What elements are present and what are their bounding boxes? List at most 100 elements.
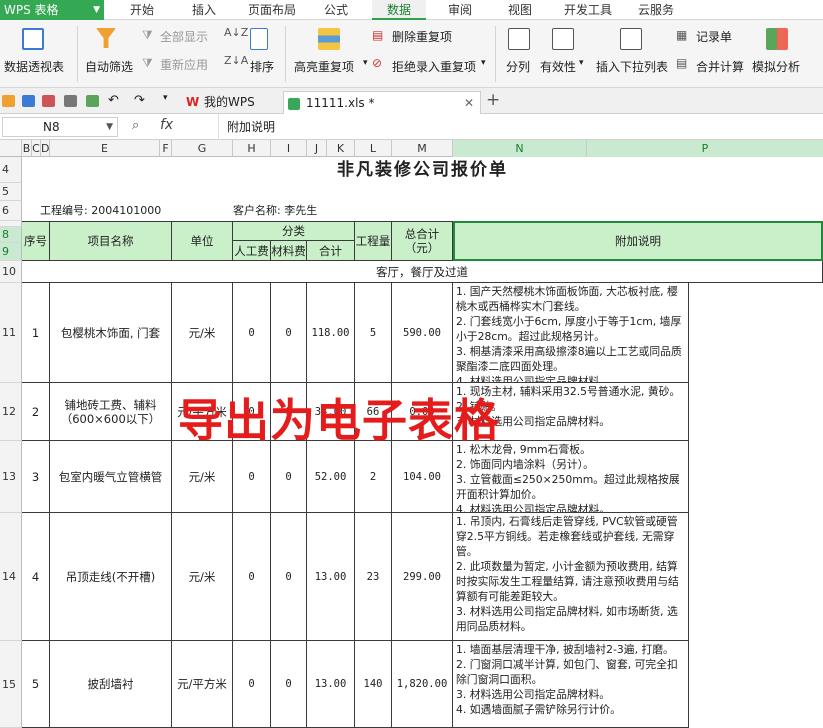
cell-material[interactable]: 0 — [271, 513, 307, 641]
column-header-c[interactable]: C — [32, 140, 41, 157]
column-header-h[interactable]: H — [233, 140, 271, 157]
select-all-corner[interactable] — [0, 140, 22, 157]
cell-note[interactable]: 1. 国产天然樱桃木饰面板饰面, 大芯板衬底, 樱桃木或西桶桦实木门套线。 2.… — [453, 283, 689, 383]
section-label[interactable]: 客厅，餐厅及过道 — [22, 261, 823, 283]
cell-subtotal[interactable]: 13.00 — [307, 513, 355, 641]
cell-seq[interactable]: 3 — [22, 441, 50, 513]
open-folder-icon[interactable] — [2, 95, 15, 107]
column-header-l[interactable]: L — [355, 140, 392, 157]
close-icon[interactable]: ✕ — [464, 92, 474, 115]
cell-note[interactable]: 1. 松木龙骨, 9mm石膏板。 2. 饰面同内墙涂料（另计）。 3. 立管截面… — [453, 441, 689, 513]
undo-icon[interactable]: ↶ — [108, 93, 119, 108]
cell-total[interactable]: 590.00 — [392, 283, 453, 383]
tab-cloud[interactable]: 云服务 — [628, 0, 684, 20]
column-header-n[interactable]: N — [453, 140, 587, 157]
tab-insert[interactable]: 插入 — [180, 0, 228, 20]
header-seq[interactable]: 序号 — [22, 221, 50, 261]
header-total[interactable]: 总合计（元） — [392, 221, 453, 261]
column-header-m[interactable]: M — [392, 140, 453, 157]
cell-quantity[interactable]: 140 — [355, 641, 392, 728]
tab-page-layout[interactable]: 页面布局 — [240, 0, 304, 20]
column-header-g[interactable]: G — [172, 140, 233, 157]
cell-seq[interactable]: 4 — [22, 513, 50, 641]
cell-seq[interactable]: 1 — [22, 283, 50, 383]
column-header-e[interactable]: E — [50, 140, 160, 157]
header-category[interactable]: 分类 — [233, 221, 355, 241]
cell-subtotal[interactable]: 52.00 — [307, 441, 355, 513]
cell-quantity[interactable]: 23 — [355, 513, 392, 641]
header-unit[interactable]: 单位 — [172, 221, 233, 261]
tab-data[interactable]: 数据 — [372, 0, 426, 20]
tab-review[interactable]: 审阅 — [436, 0, 484, 20]
cell-note[interactable]: 1. 吊顶内, 石膏线后走管穿线, PVC软管或硬管穿2.5平方铜线。若走橡套线… — [453, 513, 689, 641]
row-header-9[interactable]: 9 — [0, 243, 22, 261]
header-quantity[interactable]: 工程量 — [355, 221, 392, 261]
tab-formula[interactable]: 公式 — [312, 0, 360, 20]
wps-app-menu-button[interactable]: WPS 表格 ▼ — [0, 0, 104, 20]
cell-labor[interactable]: 0 — [233, 441, 271, 513]
print-icon[interactable] — [64, 95, 77, 107]
cell-item-name[interactable]: 包樱桃木饰面, 门套 — [50, 283, 172, 383]
cell-quantity[interactable]: 5 — [355, 283, 392, 383]
magnifier-icon[interactable]: ⌕ — [132, 118, 139, 133]
column-header-f[interactable]: F — [160, 140, 172, 157]
fx-icon[interactable]: fx — [160, 117, 173, 133]
new-tab-plus-icon[interactable]: + — [486, 90, 500, 110]
tab-developer[interactable]: 开发工具 — [556, 0, 620, 20]
cell-item-name[interactable]: 披刮墙衬 — [50, 641, 172, 728]
row-header-10[interactable]: 10 — [0, 261, 22, 283]
row-header-8[interactable]: 8 — [0, 227, 22, 243]
tab-view[interactable]: 视图 — [496, 0, 544, 20]
row-header-12[interactable]: 12 — [0, 383, 22, 441]
row-header-5[interactable]: 5 — [0, 183, 22, 201]
cell-total[interactable]: 1,820.00 — [392, 641, 453, 728]
formula-input[interactable]: 附加说明 — [218, 114, 823, 140]
cell-material[interactable]: 0 — [271, 283, 307, 383]
print-preview-icon[interactable] — [86, 95, 99, 107]
column-header-i[interactable]: I — [271, 140, 307, 157]
cell-labor[interactable]: 0 — [233, 283, 271, 383]
cell-subtotal[interactable]: 118.00 — [307, 283, 355, 383]
cell-seq[interactable]: 5 — [22, 641, 50, 728]
tab-file[interactable]: 11111.xls * ✕ — [283, 91, 481, 114]
cell-item-name[interactable]: 包室内暖气立管横管 — [50, 441, 172, 513]
cell-note[interactable]: 1. 墙面基层清理干净, 披刮墙衬2-3遍, 打磨。 2. 门窗洞口减半计算, … — [453, 641, 689, 728]
header-material[interactable]: 材料费 — [271, 241, 307, 261]
export-pdf-icon[interactable] — [42, 95, 55, 107]
header-note-selected[interactable]: 附加说明 — [453, 221, 823, 261]
column-header-k[interactable]: K — [327, 140, 355, 157]
cell-unit[interactable]: 元/米 — [172, 441, 233, 513]
cell-unit[interactable]: 元/米 — [172, 513, 233, 641]
cell-labor[interactable]: 0 — [233, 641, 271, 728]
header-labor[interactable]: 人工费 — [233, 241, 271, 261]
cell-material[interactable]: 0 — [271, 441, 307, 513]
column-header-d[interactable]: D — [41, 140, 50, 157]
row-header-4[interactable]: 4 — [0, 157, 22, 183]
row-header-14[interactable]: 14 — [0, 513, 22, 641]
column-header-b[interactable]: B — [22, 140, 32, 157]
cell-name-box[interactable]: N8 ▼ — [2, 117, 118, 137]
cell-total[interactable]: 299.00 — [392, 513, 453, 641]
column-header-p[interactable]: P — [587, 140, 823, 157]
header-subtotal[interactable]: 合计 — [307, 241, 355, 261]
tab-home[interactable]: 开始 — [118, 0, 166, 20]
cell-unit[interactable]: 元/米 — [172, 283, 233, 383]
tab-my-wps[interactable]: W 我的WPS — [182, 91, 282, 114]
cell-labor[interactable]: 0 — [233, 513, 271, 641]
cell-seq[interactable]: 2 — [22, 383, 50, 441]
cell-material[interactable]: 0 — [271, 641, 307, 728]
header-item-name[interactable]: 项目名称 — [50, 221, 172, 261]
cell-total[interactable]: 104.00 — [392, 441, 453, 513]
cell-quantity[interactable]: 2 — [355, 441, 392, 513]
cell-subtotal[interactable]: 13.00 — [307, 641, 355, 728]
cell-item-name[interactable]: 铺地砖工费、辅料（600×600以下） — [50, 383, 172, 441]
row-header-6[interactable]: 6 — [0, 201, 22, 221]
cell-item-name[interactable]: 吊顶走线(不开槽) — [50, 513, 172, 641]
column-header-j[interactable]: J — [307, 140, 327, 157]
cell-unit[interactable]: 元/平方米 — [172, 641, 233, 728]
save-icon[interactable] — [22, 95, 35, 107]
row-header-11[interactable]: 11 — [0, 283, 22, 383]
row-header-15[interactable]: 15 — [0, 641, 22, 728]
redo-icon[interactable]: ↷ — [134, 93, 145, 108]
row-header-13[interactable]: 13 — [0, 441, 22, 513]
